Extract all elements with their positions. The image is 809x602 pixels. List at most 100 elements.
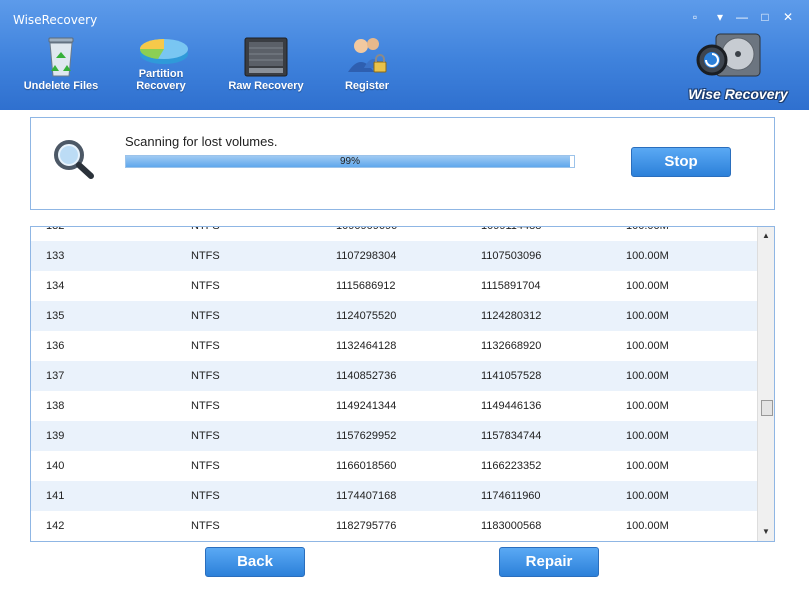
table-cell: 1166223352 [481, 460, 542, 472]
close-icon[interactable]: ✕ [778, 9, 798, 25]
table-cell: 133 [46, 250, 65, 262]
table-cell: 140 [46, 460, 65, 472]
disk-gear-icon [696, 33, 761, 77]
brand-name: Wise Recovery [688, 86, 788, 102]
table-cell: 1183000568 [481, 520, 542, 532]
table-cell: 1174407168 [336, 490, 397, 502]
table-cell: 1115686912 [336, 280, 396, 292]
table-row[interactable]: 137 NTFS 1140852736 1141057528 100.00M [31, 361, 757, 391]
table-row[interactable]: 140 NTFS 1166018560 1166223352 100.00M [31, 451, 757, 481]
toolbar-register[interactable]: Register [321, 34, 413, 92]
scroll-thumb[interactable] [761, 400, 773, 416]
table-cell: 1132464128 [336, 340, 397, 352]
brand-logo: Wise Recovery [684, 28, 792, 106]
table-cell: NTFS [191, 250, 220, 262]
table-cell: NTFS [191, 340, 220, 352]
table-row[interactable]: 134 NTFS 1115686912 1115891704 100.00M [31, 271, 757, 301]
table-cell: 100.00M [626, 400, 669, 412]
progress-label: 99% [339, 156, 360, 167]
users-lock-icon [344, 34, 390, 78]
table-row[interactable]: 136 NTFS 1132464128 1132668920 100.00M [31, 331, 757, 361]
table-cell: 1166018560 [336, 460, 397, 472]
menu-icon[interactable]: ▾ [710, 9, 730, 25]
pie-chart-icon [138, 34, 188, 66]
table-row[interactable]: 133 NTFS 1107298304 1107503096 100.00M [31, 241, 757, 271]
table-cell: 1099114488 [481, 226, 542, 232]
table-cell: NTFS [191, 490, 220, 502]
table-row[interactable]: 141 NTFS 1174407168 1174611960 100.00M [31, 481, 757, 511]
table-row[interactable]: 138 NTFS 1149241344 1149446136 100.00M [31, 391, 757, 421]
scroll-up-icon[interactable]: ▲ [758, 229, 774, 243]
table-cell: 100.00M [626, 370, 669, 382]
toolbar-label: Undelete Files [23, 80, 99, 92]
table-cell: 100.00M [626, 430, 669, 442]
minimize-icon[interactable]: — [732, 9, 752, 25]
table-row[interactable]: 142 NTFS 1182795776 1183000568 100.00M [31, 511, 757, 541]
table-cell: 100.00M [626, 250, 669, 262]
toolbar-label: Register [344, 80, 390, 92]
table-cell: 100.00M [626, 280, 669, 292]
table-row[interactable]: 139 NTFS 1157629952 1157834744 100.00M [31, 421, 757, 451]
table-cell: 1107503096 [481, 250, 542, 262]
table-cell: 135 [46, 310, 65, 322]
table-cell: 136 [46, 340, 65, 352]
table-cell: 100.00M [626, 520, 669, 532]
scan-progress-bar: 99% [125, 155, 575, 168]
table-cell: NTFS [191, 460, 220, 472]
recycle-bin-icon [38, 34, 84, 78]
window-title: WiseRecovery [13, 13, 98, 27]
results-table: 132 NTFS 1090909696 1099114488 100.00M 133 NTF… [30, 226, 775, 542]
toolbar-raw-recovery[interactable]: Raw Recovery [220, 34, 312, 92]
scan-status-text: Scanning for lost volumes. [125, 134, 278, 149]
maximize-icon[interactable]: □ [755, 9, 775, 25]
toolbar-partition-recovery[interactable]: Partition Recovery [115, 34, 207, 92]
table-cell: NTFS [191, 370, 220, 382]
table-cell: 141 [46, 490, 65, 502]
app-window: WiseRecovery ▫ ▾ — □ ✕ Undelete Files Pa… [0, 0, 809, 602]
table-scrollbar[interactable]: ▲ ▼ [757, 227, 774, 541]
table-cell: 100.00M [626, 490, 669, 502]
table-cell: 1107298304 [336, 250, 397, 262]
table-cell: 1115891704 [481, 280, 541, 292]
header-bar: WiseRecovery ▫ ▾ — □ ✕ Undelete Files Pa… [0, 0, 809, 110]
table-cell: 100.00M [626, 226, 669, 232]
toolbar-label: Raw Recovery [228, 80, 304, 92]
table-cell: 1141057528 [481, 370, 542, 382]
back-button[interactable]: Back [205, 547, 305, 577]
magnifier-icon [54, 140, 94, 179]
pin-icon[interactable]: ▫ [685, 9, 705, 25]
toolbar-label: Partition Recovery [136, 68, 186, 92]
hard-drive-icon [243, 34, 289, 78]
scroll-down-icon[interactable]: ▼ [758, 525, 774, 539]
repair-button[interactable]: Repair [499, 547, 599, 577]
stop-button[interactable]: Stop [631, 147, 731, 177]
scan-panel: Scanning for lost volumes. 99% Stop [30, 117, 775, 210]
table-cell: 1149446136 [481, 400, 542, 412]
table-cell: 132 [46, 226, 65, 232]
table-cell: 100.00M [626, 460, 669, 472]
table-cell: 1174611960 [481, 490, 541, 502]
table-cell: 1090909696 [336, 226, 398, 232]
table-row[interactable]: 132 NTFS 1090909696 1099114488 100.00M [31, 226, 757, 241]
table-cell: NTFS [191, 430, 220, 442]
table-row[interactable]: 135 NTFS 1124075520 1124280312 100.00M [31, 301, 757, 331]
table-cell: 1149241344 [336, 400, 397, 412]
table-cell: NTFS [191, 520, 220, 532]
table-cell: 1182795776 [336, 520, 397, 532]
table-cell: NTFS [191, 226, 220, 232]
table-cell: 1124280312 [481, 310, 542, 322]
table-cell: 1132668920 [481, 340, 542, 352]
table-cell: 134 [46, 280, 65, 292]
table-rows: 132 NTFS 1090909696 1099114488 100.00M 133 NTF… [31, 226, 757, 541]
table-cell: 1157834744 [481, 430, 542, 442]
table-cell: 100.00M [626, 310, 669, 322]
table-cell: NTFS [191, 310, 220, 322]
table-cell: 1140852736 [336, 370, 397, 382]
toolbar-undelete-files[interactable]: Undelete Files [15, 34, 107, 92]
table-cell: 139 [46, 430, 65, 442]
table-cell: 137 [46, 370, 65, 382]
table-cell: 1157629952 [336, 430, 397, 442]
table-cell: 138 [46, 400, 65, 412]
table-cell: 1124075520 [336, 310, 397, 322]
table-cell: 100.00M [626, 340, 669, 352]
